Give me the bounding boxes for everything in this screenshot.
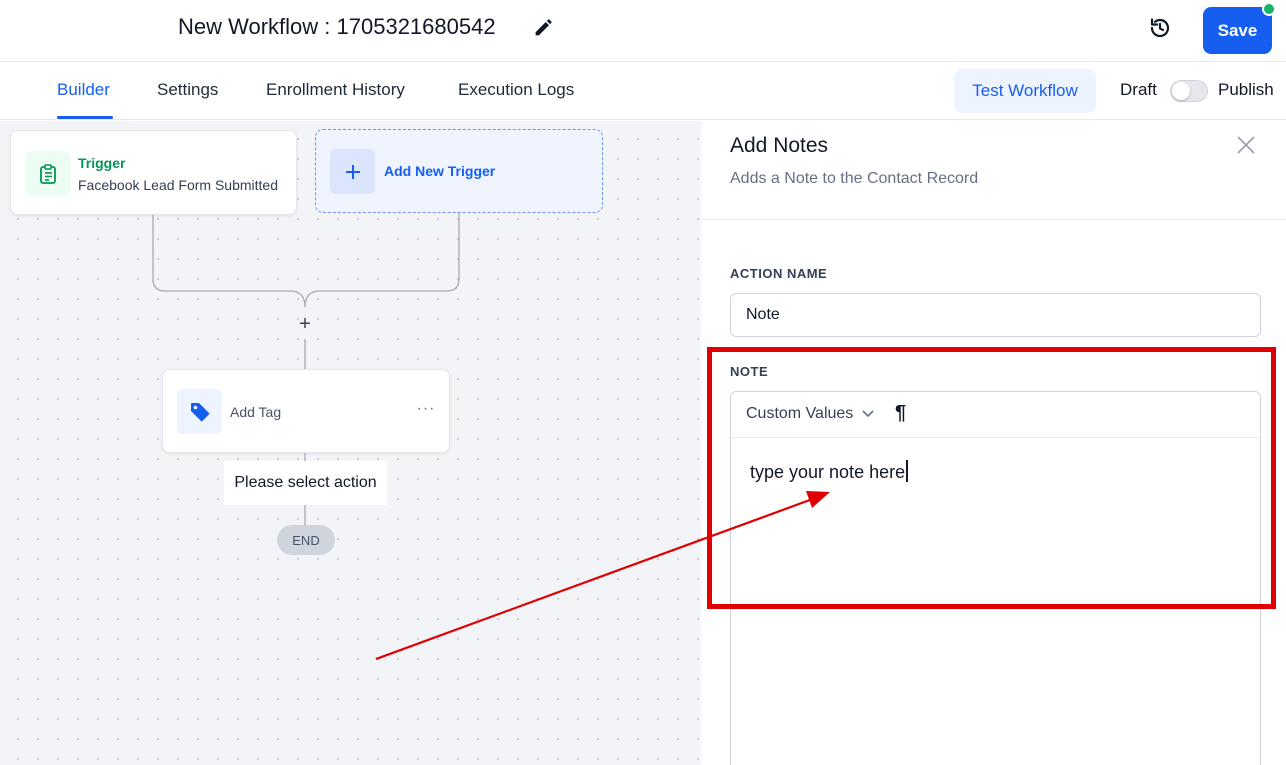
panel-subtitle: Adds a Note to the Contact Record bbox=[730, 170, 979, 187]
tab-settings[interactable]: Settings bbox=[157, 80, 218, 100]
publish-label: Publish bbox=[1218, 80, 1274, 99]
annotation-highlight-box bbox=[707, 347, 1276, 609]
close-panel-button[interactable] bbox=[1235, 134, 1257, 156]
draft-label: Draft bbox=[1120, 80, 1157, 99]
tabs-bar: Builder Settings Enrollment History Exec… bbox=[0, 62, 1286, 120]
top-header: New Workflow : 1705321680542 Save bbox=[0, 0, 1286, 62]
close-icon bbox=[1237, 136, 1255, 154]
toggle-knob bbox=[1172, 82, 1190, 100]
clipboard-icon bbox=[25, 151, 70, 196]
tag-icon bbox=[177, 389, 222, 434]
end-node: END bbox=[277, 525, 335, 555]
edit-title-button[interactable] bbox=[532, 17, 554, 39]
action-name-label: ACTION NAME bbox=[730, 266, 828, 281]
tab-builder[interactable]: Builder bbox=[57, 80, 110, 100]
more-options-button[interactable]: ··· bbox=[415, 400, 437, 420]
tab-enrollment-history[interactable]: Enrollment History bbox=[266, 80, 405, 100]
version-history-button[interactable] bbox=[1147, 15, 1173, 41]
test-workflow-button[interactable]: Test Workflow bbox=[954, 69, 1096, 113]
pencil-icon bbox=[535, 19, 552, 36]
action-label: Add Tag bbox=[230, 404, 282, 420]
action-name-input[interactable]: Note bbox=[730, 293, 1261, 337]
tab-execution-logs[interactable]: Execution Logs bbox=[458, 80, 574, 100]
action-card-add-tag[interactable]: Add Tag ··· bbox=[162, 369, 450, 453]
trigger-card[interactable]: Trigger Facebook Lead Form Submitted bbox=[10, 130, 297, 215]
trigger-subtitle: Facebook Lead Form Submitted bbox=[78, 177, 278, 193]
save-button[interactable]: Save bbox=[1203, 7, 1272, 54]
workflow-canvas[interactable]: Trigger Facebook Lead Form Submitted Add… bbox=[0, 121, 701, 765]
active-tab-indicator bbox=[57, 116, 113, 119]
publish-toggle[interactable] bbox=[1170, 80, 1208, 102]
add-new-trigger-button[interactable]: Add New Trigger bbox=[315, 129, 603, 213]
add-step-button[interactable]: + bbox=[295, 314, 315, 334]
workflow-builder-app: New Workflow : 1705321680542 Save Builde… bbox=[0, 0, 1286, 765]
status-dot bbox=[1262, 2, 1276, 16]
plus-icon bbox=[330, 149, 375, 194]
select-action-prompt[interactable]: Please select action bbox=[224, 461, 387, 505]
trigger-title: Trigger bbox=[78, 155, 126, 171]
panel-divider bbox=[701, 219, 1286, 220]
history-icon bbox=[1150, 18, 1170, 38]
workflow-title: New Workflow : 1705321680542 bbox=[178, 14, 496, 39]
panel-title: Add Notes bbox=[730, 134, 829, 157]
add-new-trigger-label: Add New Trigger bbox=[384, 163, 496, 179]
